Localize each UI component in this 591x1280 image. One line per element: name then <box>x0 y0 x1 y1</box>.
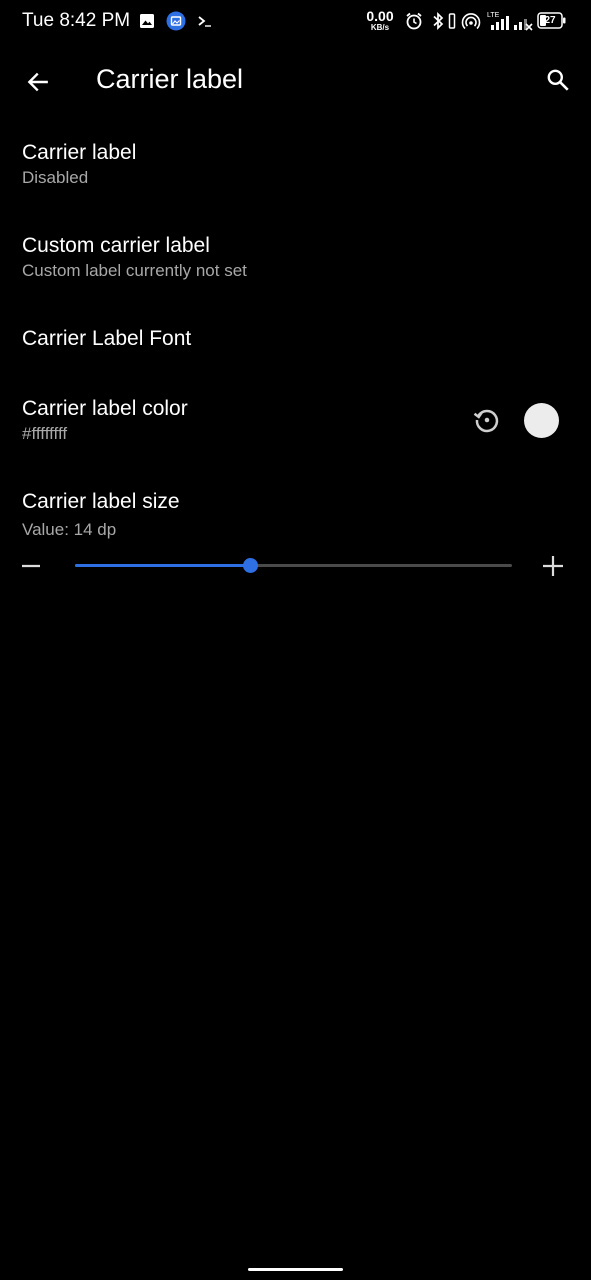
pref-title: Carrier label color <box>22 397 188 420</box>
image-icon <box>138 11 156 31</box>
pref-carrier-label-size: Carrier label size Value: 14 dp <box>0 468 591 598</box>
size-slider[interactable] <box>75 558 512 573</box>
vibrate-icon <box>446 11 458 31</box>
slider-thumb[interactable] <box>242 558 258 573</box>
pref-custom-carrier-label[interactable]: Custom carrier label Custom label curren… <box>0 212 591 304</box>
net-speed-indicator: 0.00 KB/s <box>363 9 397 32</box>
battery-icon: 27 <box>537 12 567 29</box>
signal-no-data-icon <box>512 11 534 31</box>
hotspot-icon <box>460 11 482 31</box>
alarm-icon <box>403 11 425 31</box>
arrow-back-icon <box>27 72 48 92</box>
status-bar: Tue 8:42 PM 0.00 KB/s LTE 27 <box>0 0 591 44</box>
decrease-size-button[interactable] <box>14 547 48 585</box>
increase-size-button[interactable] <box>536 547 570 585</box>
gesture-nav-handle[interactable] <box>248 1268 343 1271</box>
pref-title: Carrier label <box>22 141 137 164</box>
gallery-app-icon <box>165 11 187 31</box>
pref-title: Carrier label size <box>22 490 180 513</box>
pref-title: Custom carrier label <box>22 234 210 257</box>
pref-carrier-label-font[interactable]: Carrier Label Font <box>0 304 591 376</box>
pref-title: Carrier Label Font <box>22 327 192 350</box>
plus-icon <box>543 556 563 576</box>
status-time: Tue 8:42 PM <box>22 10 131 31</box>
color-swatch[interactable] <box>524 403 559 438</box>
minus-icon <box>22 564 40 568</box>
bluetooth-icon <box>430 11 446 31</box>
back-button[interactable] <box>16 60 60 104</box>
terminal-icon <box>196 11 214 31</box>
search-button[interactable] <box>536 58 580 102</box>
pref-summary: Value: 14 dp <box>22 520 117 539</box>
pref-summary: Disabled <box>22 168 89 187</box>
net-speed-unit: KB/s <box>370 23 390 32</box>
signal-icon: LTE <box>485 11 511 31</box>
battery-level: 27 <box>544 15 556 26</box>
reset-color-button[interactable] <box>466 397 508 443</box>
pref-summary: Custom label currently not set <box>22 261 247 280</box>
pref-summary: #ffffffff <box>22 424 68 443</box>
page-title: Carrier label <box>96 64 244 94</box>
search-icon <box>547 69 569 91</box>
reset-icon <box>473 409 499 433</box>
svg-text:LTE: LTE <box>487 12 500 19</box>
net-speed-value: 0.00 <box>366 8 394 24</box>
slider-fill <box>75 564 250 567</box>
pref-carrier-label[interactable]: Carrier label Disabled <box>0 120 591 212</box>
app-bar: Carrier label <box>0 44 591 120</box>
